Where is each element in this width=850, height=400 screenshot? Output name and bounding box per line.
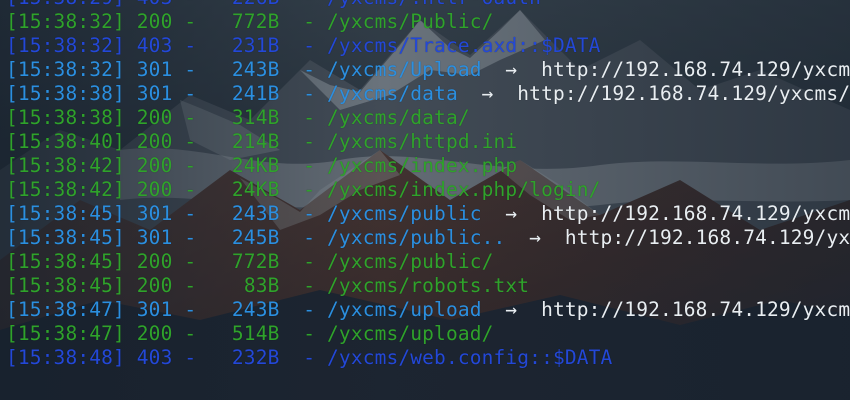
redirect-arrow-icon: →: [529, 226, 542, 249]
log-status-code: 200: [136, 106, 173, 129]
log-timestamp: [15:38:42]: [6, 154, 125, 177]
log-response-size: 24KB: [231, 154, 280, 177]
log-line: [15:38:40] 200 - 214B - /yxcms/httpd.ini: [6, 130, 518, 153]
log-response-size: 231B: [231, 34, 280, 57]
log-timestamp: [15:38:47]: [6, 322, 125, 345]
log-line: [15:38:29] 403 - 226B - /yxcms/.httr-oau…: [6, 0, 850, 10]
log-status-code: 200: [136, 178, 173, 201]
log-path: /yxcms/public..: [327, 226, 506, 249]
log-redirect-url: http://192.168.74.129/yxcm: [541, 298, 850, 321]
log-response-size: 314B: [231, 106, 280, 129]
log-line: [15:38:48] 403 - 232B - /yxcms/web.confi…: [6, 346, 613, 369]
log-redirect-url: http://192.168.74.129/yx: [564, 226, 850, 249]
log-path: /yxcms/index.php: [327, 154, 518, 177]
redirect-arrow-icon: →: [481, 82, 494, 105]
log-timestamp: [15:38:29]: [6, 0, 125, 9]
log-status-code: 403: [137, 0, 173, 9]
log-timestamp: [15:38:45]: [6, 250, 125, 273]
log-timestamp: [15:38:32]: [6, 34, 125, 57]
log-path: /yxcms/web.config::$DATA: [327, 346, 613, 369]
log-response-size: 214B: [231, 130, 280, 153]
log-timestamp: [15:38:45]: [6, 202, 125, 225]
log-status-code: 301: [136, 58, 173, 81]
log-response-size: 514B: [231, 322, 280, 345]
scan-output[interactable]: [15:38:29] 403 - 226B - /yxcms/.httr-oau…: [6, 0, 850, 370]
log-status-code: 200: [136, 274, 173, 297]
log-path: /yxcms/robots.txt: [327, 274, 530, 297]
log-status-code: 200: [136, 250, 173, 273]
log-path: /yxcms/upload/: [327, 322, 494, 345]
log-path: /yxcms/upload: [327, 298, 482, 321]
log-line: [15:38:38] 301 - 241B - /yxcms/data → ht…: [6, 82, 850, 105]
log-timestamp: [15:38:32]: [6, 10, 125, 33]
log-response-size: 241B: [231, 82, 280, 105]
terminal-window[interactable]: [15:38:29] 403 - 226B - /yxcms/.httr-oau…: [0, 0, 850, 400]
log-path: /yxcms/httpd.ini: [327, 130, 518, 153]
log-path: /yxcms/Upload: [327, 58, 482, 81]
log-timestamp: [15:38:32]: [6, 58, 125, 81]
log-timestamp: [15:38:42]: [6, 178, 125, 201]
log-path: /yxcms/.httr-oauth: [327, 0, 541, 9]
log-response-size: 232B: [231, 346, 280, 369]
redirect-arrow-icon: →: [505, 58, 518, 81]
log-line: [15:38:47] 301 - 243B - /yxcms/upload → …: [6, 298, 850, 321]
log-path: /yxcms/Public/: [327, 10, 494, 33]
log-status-code: 301: [136, 226, 173, 249]
log-line: [15:38:32] 301 - 243B - /yxcms/Upload → …: [6, 58, 850, 81]
log-status-code: 403: [136, 34, 173, 57]
log-line: [15:38:45] 200 - 772B - /yxcms/public/: [6, 250, 494, 273]
log-status-code: 200: [136, 10, 173, 33]
log-response-size: 245B: [231, 226, 280, 249]
log-line: [15:38:42] 200 - 24KB - /yxcms/index.php…: [6, 178, 601, 201]
log-response-size: 243B: [231, 202, 280, 225]
log-redirect-url: http://192.168.74.129/yxcm: [541, 202, 850, 225]
log-status-code: 403: [136, 346, 173, 369]
redirect-arrow-icon: →: [505, 298, 518, 321]
log-line: [15:38:32] 403 - 231B - /yxcms/Trace.axd…: [6, 34, 601, 57]
log-line: [15:38:32] 200 - 772B - /yxcms/Public/: [6, 10, 494, 33]
log-status-code: 200: [136, 322, 173, 345]
log-response-size: 243B: [231, 298, 280, 321]
log-line: [15:38:45] 301 - 243B - /yxcms/public → …: [6, 202, 850, 225]
log-status-code: 301: [136, 82, 173, 105]
log-response-size: 243B: [231, 58, 280, 81]
log-redirect-url: http://192.168.74.129/yxcms/: [517, 82, 850, 105]
log-timestamp: [15:38:38]: [6, 106, 125, 129]
log-line: [15:38:42] 200 - 24KB - /yxcms/index.php: [6, 154, 518, 177]
log-path: /yxcms/public: [327, 202, 482, 225]
log-line: [15:38:47] 200 - 514B - /yxcms/upload/: [6, 322, 494, 345]
log-line: [15:38:45] 301 - 245B - /yxcms/public.. …: [6, 226, 850, 249]
log-timestamp: [15:38:45]: [6, 274, 125, 297]
log-response-size: 226B: [232, 0, 280, 9]
log-timestamp: [15:38:47]: [6, 298, 125, 321]
log-status-code: 200: [136, 130, 173, 153]
log-path: /yxcms/Trace.axd::$DATA: [327, 34, 601, 57]
log-response-size: 83B: [243, 274, 280, 297]
log-path: /yxcms/index.php/login/: [327, 178, 601, 201]
log-redirect-url: http://192.168.74.129/yxcm: [541, 58, 850, 81]
log-timestamp: [15:38:38]: [6, 82, 125, 105]
redirect-arrow-icon: →: [505, 202, 518, 225]
log-path: /yxcms/public/: [327, 250, 494, 273]
log-timestamp: [15:38:40]: [6, 130, 125, 153]
log-response-size: 24KB: [231, 178, 280, 201]
log-timestamp: [15:38:45]: [6, 226, 125, 249]
log-response-size: 772B: [231, 10, 280, 33]
log-path: /yxcms/data: [327, 82, 458, 105]
log-timestamp: [15:38:48]: [6, 346, 125, 369]
log-path: /yxcms/data/: [327, 106, 470, 129]
log-response-size: 772B: [231, 250, 280, 273]
log-status-code: 200: [136, 154, 173, 177]
log-line: [15:38:38] 200 - 314B - /yxcms/data/: [6, 106, 470, 129]
log-status-code: 301: [136, 202, 173, 225]
log-line: [15:38:45] 200 - 83B - /yxcms/robots.txt: [6, 274, 530, 297]
log-status-code: 301: [136, 298, 173, 321]
